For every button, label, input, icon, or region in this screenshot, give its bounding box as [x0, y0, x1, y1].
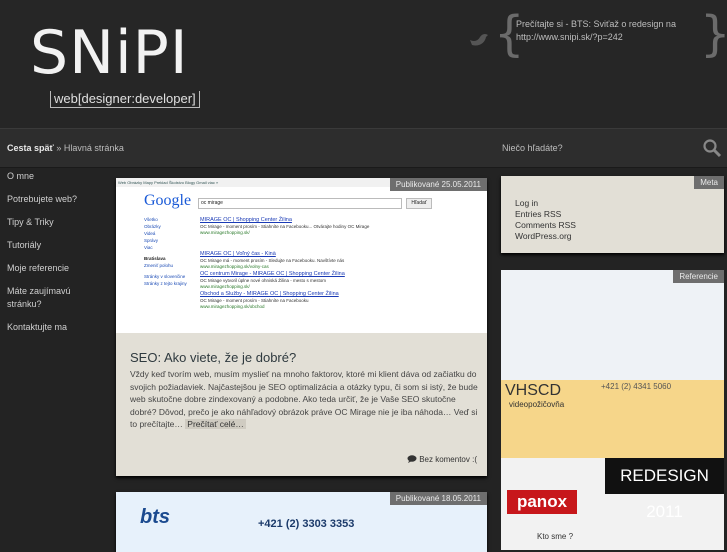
- post-card: Web Obrázky Mapy Preklad Školstvo Blogy …: [116, 178, 487, 476]
- panox-logo: panox: [507, 490, 577, 514]
- vhs-phone: +421 (2) 4341 5060: [601, 382, 672, 391]
- google-logo: Google: [144, 192, 192, 209]
- google-search-button: Hľadať: [406, 198, 432, 209]
- search-icon[interactable]: [702, 138, 722, 158]
- meta-title: Meta: [694, 176, 724, 189]
- breadcrumb-current: Hlavná stránka: [63, 143, 124, 153]
- meta-widget: Meta Log in Entries RSS Comments RSS Wor…: [501, 176, 724, 253]
- read-more-link[interactable]: Prečítať celé…: [185, 419, 246, 430]
- nav-item-tipy-triky[interactable]: Tipy & Triky: [0, 216, 110, 229]
- post-card: bts +421 (2) 3303 3353 Publikované 18.05…: [116, 492, 487, 552]
- reference-thumbnail[interactable]: VHSCD videopožičovňa +421 (2) 4341 5060: [501, 380, 724, 458]
- meta-link-login[interactable]: Log in: [515, 198, 576, 209]
- bts-phone: +421 (2) 3303 3353: [258, 518, 355, 530]
- post-thumbnail[interactable]: Web Obrázky Mapy Preklad Školstvo Blogy …: [116, 178, 487, 333]
- breadcrumb: Cesta späť » Hlavná stránka: [7, 143, 124, 153]
- twitter-bird-icon: [470, 33, 488, 46]
- nav-item-referencie[interactable]: Moje referencie: [0, 262, 110, 275]
- vhs-subtitle: videopožičovňa: [509, 400, 565, 409]
- breadcrumb-back[interactable]: Cesta späť: [7, 143, 54, 153]
- post-title[interactable]: SEO: Ako viete, že je dobré?: [130, 350, 296, 365]
- post-date: Publikované 25.05.2011: [389, 178, 487, 191]
- google-results: MIRAGE OC | Shopping Center Žilina OC Mi…: [200, 217, 370, 309]
- google-search-box: oc mirage: [198, 198, 402, 209]
- meta-link-comments-rss[interactable]: Comments RSS: [515, 220, 576, 231]
- breadcrumb-bar: Cesta späť » Hlavná stránka Niečo hľadát…: [0, 128, 727, 168]
- references-widget: VHSCD videopožičovňa +421 (2) 4341 5060 …: [501, 270, 724, 550]
- breadcrumb-separator: »: [56, 143, 62, 153]
- nav-item-o-mne[interactable]: O mne: [0, 170, 110, 183]
- nav-item-tutorialy[interactable]: Tutoriály: [0, 239, 110, 252]
- post-date: Publikované 18.05.2011: [389, 492, 487, 505]
- references-title: Referencie: [673, 270, 724, 283]
- nav-item-zaujimava-stranka[interactable]: Máte zaujímavú stránku?: [0, 285, 110, 311]
- post-excerpt: Vždy keď tvorím web, musím myslieť na mn…: [130, 369, 478, 430]
- kto-sme-text: Kto sme ?: [537, 532, 574, 541]
- comments-link[interactable]: Bez komentov :(: [407, 455, 477, 464]
- bts-logo: bts: [140, 506, 170, 528]
- logo-text: SNiPI: [30, 18, 189, 88]
- tweet-text[interactable]: Prečítajte si - BTS: Sviťaž o redesign n…: [516, 18, 676, 44]
- nav-item-potrebujete-web[interactable]: Potrebujete web?: [0, 193, 110, 206]
- comment-icon: [407, 455, 417, 463]
- meta-link-wordpress[interactable]: WordPress.org: [515, 231, 576, 242]
- google-left-links: Všetko Obrázky Videá Správy Viac Bratisl…: [144, 217, 187, 286]
- logo-tagline: web[designer:developer]: [50, 91, 200, 108]
- brace-close: }: [700, 10, 727, 58]
- search-input[interactable]: Niečo hľadáte?: [502, 143, 563, 153]
- vhs-title: VHSCD: [505, 382, 562, 399]
- reference-thumbnail[interactable]: [501, 270, 724, 380]
- meta-link-entries-rss[interactable]: Entries RSS: [515, 209, 576, 220]
- site-logo[interactable]: SNiPI web[designer:developer]: [30, 18, 200, 108]
- latest-tweet: { Prečítajte si - BTS: Sviťaž o redesign…: [468, 10, 727, 64]
- sidebar-nav: O mne Potrebujete web? Tipy & Triky Tuto…: [0, 166, 110, 344]
- redesign-banner: REDESIGN 2011: [605, 458, 724, 521]
- site-header: SNiPI web[designer:developer] { Prečítaj…: [0, 0, 727, 128]
- nav-item-kontakt[interactable]: Kontaktujte ma: [0, 321, 110, 334]
- meta-links: Log in Entries RSS Comments RSS WordPres…: [515, 198, 576, 242]
